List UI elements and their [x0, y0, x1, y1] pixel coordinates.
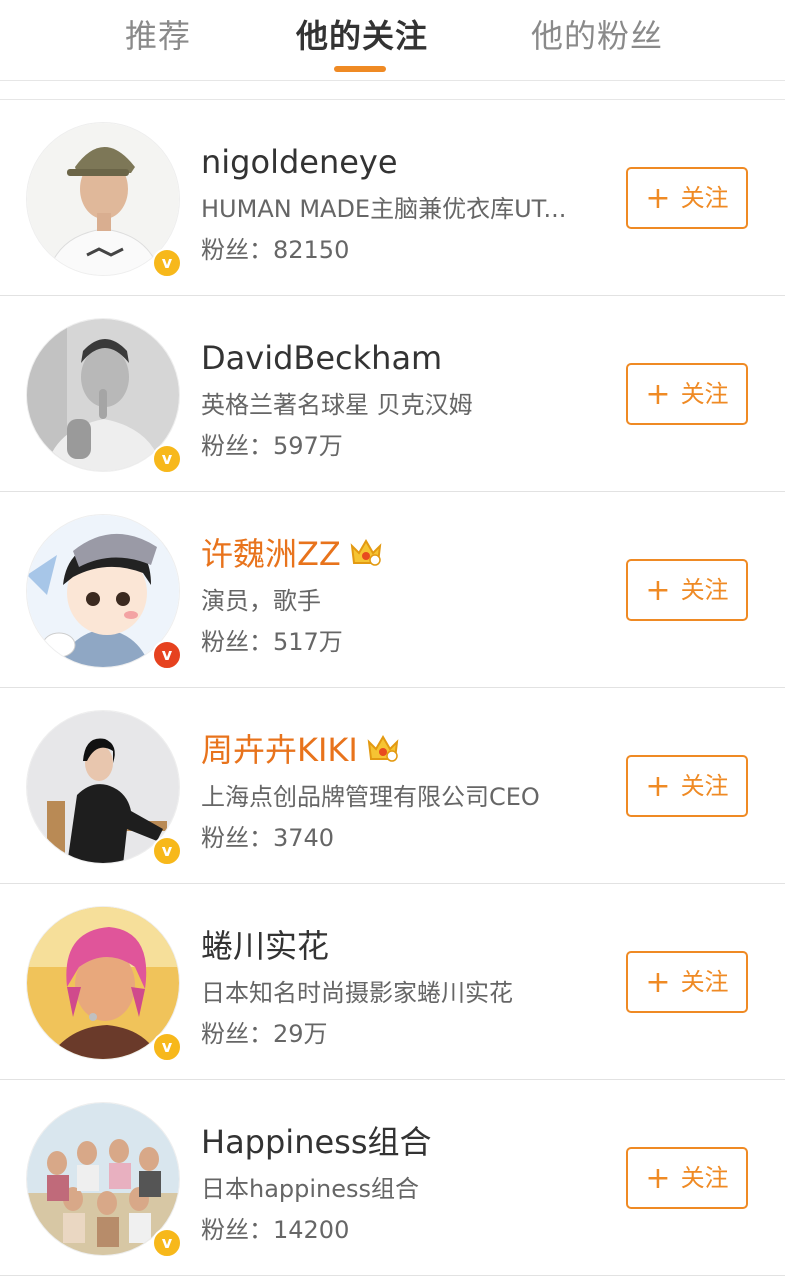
tab-bar: 推荐 他的关注 他的粉丝: [0, 0, 785, 81]
user-description: 演员，歌手: [201, 587, 321, 615]
tab-recommend[interactable]: 推荐: [125, 14, 191, 58]
plus-icon: +: [645, 965, 671, 1000]
user-name[interactable]: nigoldeneye: [201, 140, 398, 184]
user-name[interactable]: 周卉卉KIKI: [201, 728, 400, 772]
follow-button[interactable]: + 关注: [626, 951, 748, 1013]
fans-count: 粉丝：3740: [201, 824, 335, 852]
user-description: HUMAN MADE主脑兼优衣库UT...: [201, 195, 567, 223]
list-item[interactable]: v nigoldeneye HUMAN MADE主脑兼优衣库UT... 粉丝：8…: [0, 100, 785, 296]
list-item[interactable]: v 许魏洲ZZ 演员，歌手 粉丝：517万 + 关注: [0, 492, 785, 688]
follow-button[interactable]: + 关注: [626, 167, 748, 229]
user-description: 上海点创品牌管理有限公司CEO: [201, 783, 540, 811]
fans-count: 粉丝：517万: [201, 628, 343, 656]
follow-button[interactable]: + 关注: [626, 363, 748, 425]
verified-badge-icon: v: [152, 248, 182, 278]
follow-button[interactable]: + 关注: [626, 755, 748, 817]
fans-count: 粉丝：29万: [201, 1020, 328, 1048]
verified-badge-icon: v: [152, 640, 182, 670]
fans-count: 粉丝：597万: [201, 432, 343, 460]
user-name[interactable]: 许魏洲ZZ: [201, 532, 383, 576]
user-name[interactable]: DavidBeckham: [201, 336, 442, 380]
user-name[interactable]: Happiness组合: [201, 1120, 432, 1164]
user-description: 英格兰著名球星 贝克汉姆: [201, 391, 473, 419]
vip-crown-icon: [350, 539, 382, 566]
following-list: v nigoldeneye HUMAN MADE主脑兼优衣库UT... 粉丝：8…: [0, 100, 785, 1276]
verified-badge-icon: v: [152, 836, 182, 866]
active-tab-indicator: [334, 66, 386, 72]
list-item[interactable]: v 周卉卉KIKI 上海点创品牌管理有限公司CEO 粉丝：3740 + 关注: [0, 688, 785, 884]
verified-badge-icon: v: [152, 1228, 182, 1258]
fans-count: 粉丝：82150: [201, 236, 350, 264]
follow-button[interactable]: + 关注: [626, 559, 748, 621]
user-description: 日本happiness组合: [201, 1175, 420, 1203]
plus-icon: +: [645, 1161, 671, 1196]
fans-count: 粉丝：14200: [201, 1216, 350, 1244]
plus-icon: +: [645, 769, 671, 804]
vip-crown-icon: [367, 735, 399, 762]
user-description: 日本知名时尚摄影家蜷川实花: [201, 979, 513, 1007]
user-name[interactable]: 蜷川实花: [201, 924, 329, 968]
follow-button[interactable]: + 关注: [626, 1147, 748, 1209]
list-item[interactable]: v Happiness组合 日本happiness组合 粉丝：14200 + 关注: [0, 1080, 785, 1276]
plus-icon: +: [645, 181, 671, 216]
tab-his-following[interactable]: 他的关注: [296, 14, 428, 58]
verified-badge-icon: v: [152, 1032, 182, 1062]
list-item[interactable]: v DavidBeckham 英格兰著名球星 贝克汉姆 粉丝：597万 + 关注: [0, 296, 785, 492]
list-item[interactable]: v 蜷川实花 日本知名时尚摄影家蜷川实花 粉丝：29万 + 关注: [0, 884, 785, 1080]
tab-his-fans[interactable]: 他的粉丝: [531, 14, 663, 58]
plus-icon: +: [645, 573, 671, 608]
plus-icon: +: [645, 377, 671, 412]
verified-badge-icon: v: [152, 444, 182, 474]
